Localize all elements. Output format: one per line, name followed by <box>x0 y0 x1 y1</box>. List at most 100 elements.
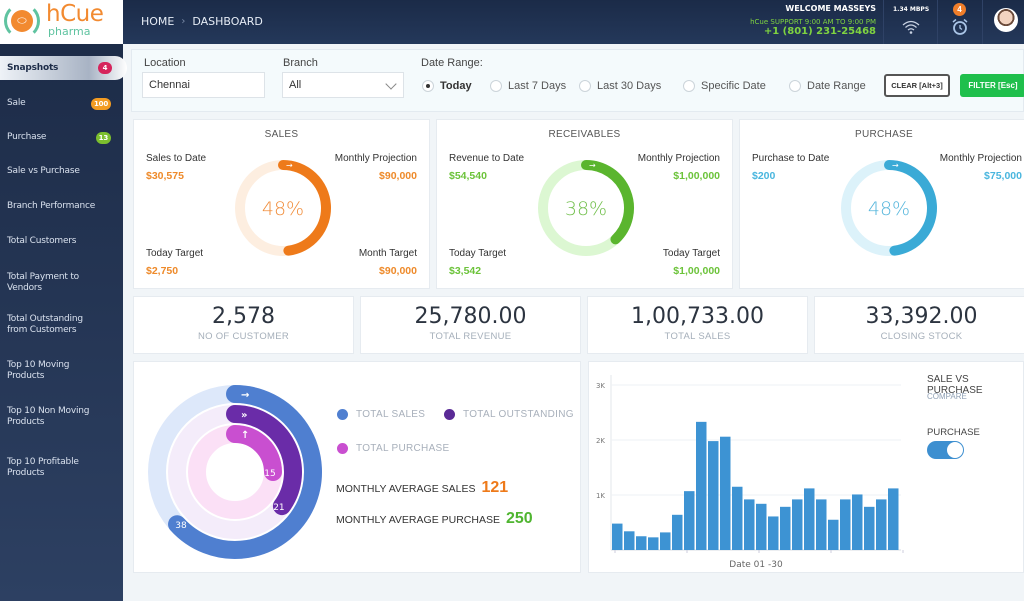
monthly-projection-value: $75,000 <box>984 170 1022 182</box>
legend-dot <box>444 409 455 420</box>
chevron-down-icon <box>385 78 397 90</box>
compare-subtitle[interactable]: COMPARE <box>927 392 967 401</box>
bar <box>648 537 659 550</box>
sidebar-item-total-outstanding[interactable]: Total Outstanding from Customers <box>0 314 100 336</box>
legend-dot <box>337 443 348 454</box>
avg-label: MONTHLY AVERAGE PURCHASE <box>336 514 500 526</box>
sidebar-item-snapshots[interactable]: Snapshots 4 <box>0 56 127 80</box>
sidebar-item-total-payment-to-vendors[interactable]: Total Payment to Vendors <box>0 272 90 294</box>
purchase-toggle[interactable] <box>927 441 964 459</box>
sidebar-badge: 4 <box>98 62 112 74</box>
monthly-average-purchase: MONTHLY AVERAGE PURCHASE 250 <box>336 510 533 528</box>
bar <box>792 499 803 550</box>
breadcrumb-dashboard: DASHBOARD <box>192 15 263 28</box>
radio-button <box>789 80 801 92</box>
branch-value: All <box>289 79 302 91</box>
sales-to-date-value: $30,575 <box>146 170 184 182</box>
stat-value: 2,578 <box>212 304 275 329</box>
stat-label: NO OF CUSTOMER <box>197 331 290 342</box>
today-target-label: Today Target <box>146 248 204 259</box>
monthly-projection-label: Monthly Projection <box>939 153 1022 164</box>
today-target-label-2: Today Target <box>662 248 720 259</box>
legend-total-outstanding: TOTAL OUTSTANDING <box>444 409 574 420</box>
breadcrumb: HOME › DASHBOARD <box>141 15 263 28</box>
sidebar-item-label: Snapshots <box>7 63 59 73</box>
bar <box>624 531 635 550</box>
bar <box>732 486 743 550</box>
radio-button <box>683 80 695 92</box>
purchase-to-date-label: Purchase to Date <box>752 153 830 164</box>
bar <box>816 499 827 550</box>
avg-label: MONTHLY AVERAGE SALES <box>336 483 476 495</box>
bar <box>864 506 875 550</box>
location-label: Location <box>144 57 186 69</box>
radio-label: Date Range <box>807 80 866 92</box>
y-tick-label: 3K <box>596 382 605 390</box>
avg-value: 121 <box>481 479 509 496</box>
divider <box>883 0 884 44</box>
radio-label: Last 30 Days <box>597 80 662 92</box>
today-target-label: Today Target <box>449 248 507 259</box>
chevron-right-icon: › <box>181 16 186 27</box>
purchase-progress-donut: → 48% <box>841 160 937 256</box>
pill-icon: ⬭ <box>11 10 33 32</box>
radio-today[interactable]: Today <box>422 80 472 92</box>
logo[interactable]: ⬭ hCue pharma <box>0 0 123 44</box>
logo-name: hCue <box>46 1 104 27</box>
legend-label: TOTAL SALES <box>356 409 426 420</box>
filter-button[interactable]: FILTER [Esc] <box>960 74 1024 97</box>
ring-value-label: 21 <box>273 503 284 513</box>
bar <box>756 503 767 550</box>
toggle-knob <box>947 442 963 458</box>
welcome-block: WELCOME MASSEYS hCue SUPPORT 9:00 AM TO … <box>750 4 876 37</box>
sidebar-item-total-customers[interactable]: Total Customers <box>0 236 123 247</box>
ring-value-label: 15 <box>264 469 275 479</box>
legend-total-sales: TOTAL SALES <box>337 409 425 420</box>
bar <box>828 519 839 550</box>
bar <box>696 421 707 550</box>
today-target-value-2: $1,00,000 <box>673 265 720 277</box>
radio-date-range[interactable]: Date Range <box>789 80 866 92</box>
stat-value: 1,00,733.00 <box>631 304 764 329</box>
bar <box>876 499 887 550</box>
sidebar-item-sale[interactable]: Sale 100 <box>0 98 123 110</box>
sidebar-item-purchase[interactable]: Purchase 13 <box>0 132 123 144</box>
today-target-value: $2,750 <box>146 265 179 277</box>
radio-last-30-days[interactable]: Last 30 Days <box>579 80 661 92</box>
sidebar-item-sale-vs-purchase[interactable]: Sale vs Purchase <box>0 166 123 177</box>
purchase-card: PURCHASE Purchase to Date $200 Monthly P… <box>739 119 1024 289</box>
stat-label: TOTAL SALES <box>664 331 731 342</box>
radio-button <box>422 80 434 92</box>
sidebar-item-label: Sale <box>7 98 26 108</box>
arrow-right-icon: → <box>589 161 596 170</box>
alarm-clock-icon[interactable] <box>951 18 969 36</box>
sidebar: Snapshots 4 Sale 100 Purchase 13 Sale vs… <box>0 44 127 601</box>
sidebar-item-top-non-moving[interactable]: Top 10 Non Moving Products <box>0 406 95 428</box>
bar <box>852 494 863 550</box>
monthly-projection-label: Monthly Projection <box>637 153 720 164</box>
location-input[interactable]: Chennai <box>142 72 265 98</box>
bar <box>888 488 899 550</box>
month-target-value: $90,000 <box>379 265 417 277</box>
monthly-projection-label: Monthly Projection <box>334 153 417 164</box>
clear-button[interactable]: CLEAR [Alt+3] <box>884 74 950 97</box>
sidebar-item-top-profitable[interactable]: Top 10 Profitable Products <box>0 457 85 479</box>
breadcrumb-home[interactable]: HOME <box>141 15 174 28</box>
avg-value: 250 <box>505 510 533 527</box>
radial-bar-chart: → 38 » 21 ↑ 15 <box>148 385 322 559</box>
card-title: SALES <box>264 129 299 140</box>
network-speed: 1.34 MBPS <box>893 6 930 13</box>
legend-total-purchase: TOTAL PURCHASE <box>337 443 449 454</box>
purchase-toggle-label: PURCHASE <box>927 427 980 438</box>
avatar[interactable] <box>994 8 1018 32</box>
sidebar-item-top-moving[interactable]: Top 10 Moving Products <box>0 360 80 382</box>
sidebar-item-label: Purchase <box>7 132 47 142</box>
arrow-right-icon: → <box>892 161 899 170</box>
sidebar-item-branch-performance[interactable]: Branch Performance <box>0 201 123 212</box>
radio-button <box>579 80 591 92</box>
month-target-label: Month Target <box>358 248 417 259</box>
radio-specific-date[interactable]: Specific Date <box>683 80 766 92</box>
radio-last-7-days[interactable]: Last 7 Days <box>490 80 566 92</box>
sidebar-badge: 100 <box>90 98 111 110</box>
branch-select[interactable]: All <box>282 72 404 98</box>
